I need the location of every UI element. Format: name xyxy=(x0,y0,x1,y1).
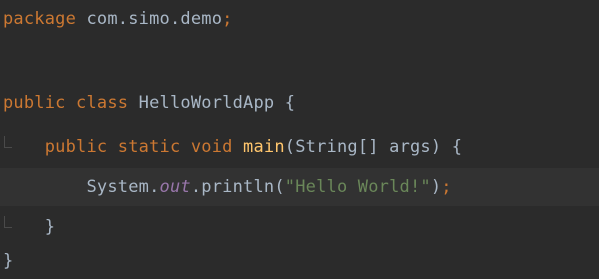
keyword-static: static xyxy=(117,136,181,157)
keyword-void: void xyxy=(190,136,233,157)
code-line-2[interactable] xyxy=(0,37,599,74)
class-name: HelloWorldApp { xyxy=(128,92,296,113)
code-line-4[interactable]: public static void main(String[] args) { xyxy=(0,128,599,165)
semicolon: ; xyxy=(222,8,233,29)
method-close-brace: } xyxy=(3,216,56,237)
code-line-7[interactable]: } xyxy=(0,242,599,279)
println-call: .println( xyxy=(190,177,285,197)
code-editor[interactable]: package com.simo.demo; public class Hell… xyxy=(0,0,599,277)
system-ref: System. xyxy=(3,177,160,197)
code-line-1[interactable]: package com.simo.demo; xyxy=(0,0,599,37)
keyword-public: public xyxy=(44,136,108,157)
println-statement: System.out.println("Hello World!"); xyxy=(3,177,452,197)
keyword-class: class xyxy=(76,92,129,113)
method-name: main xyxy=(243,136,285,157)
method-params: (String[] args) { xyxy=(284,136,463,157)
keyword-package: package xyxy=(3,8,77,29)
string-literal: "Hello World!" xyxy=(284,177,431,197)
static-field-out: out xyxy=(159,177,191,197)
code-line-6[interactable]: } xyxy=(0,208,599,245)
class-declaration: public class HelloWorldApp { xyxy=(3,93,295,113)
method-declaration: public static void main(String[] args) { xyxy=(3,137,462,157)
class-close-brace: } xyxy=(3,250,14,271)
code-line-3[interactable]: public class HelloWorldApp { xyxy=(0,84,599,121)
keyword-public: public xyxy=(3,92,66,113)
semicolon: ; xyxy=(441,177,452,197)
code-line-5-current[interactable]: System.out.println("Hello World!"); xyxy=(0,168,599,206)
package-statement: package com.simo.demo; xyxy=(3,9,233,29)
package-name: com.simo.demo xyxy=(76,8,223,29)
close-paren: ) xyxy=(430,177,442,197)
